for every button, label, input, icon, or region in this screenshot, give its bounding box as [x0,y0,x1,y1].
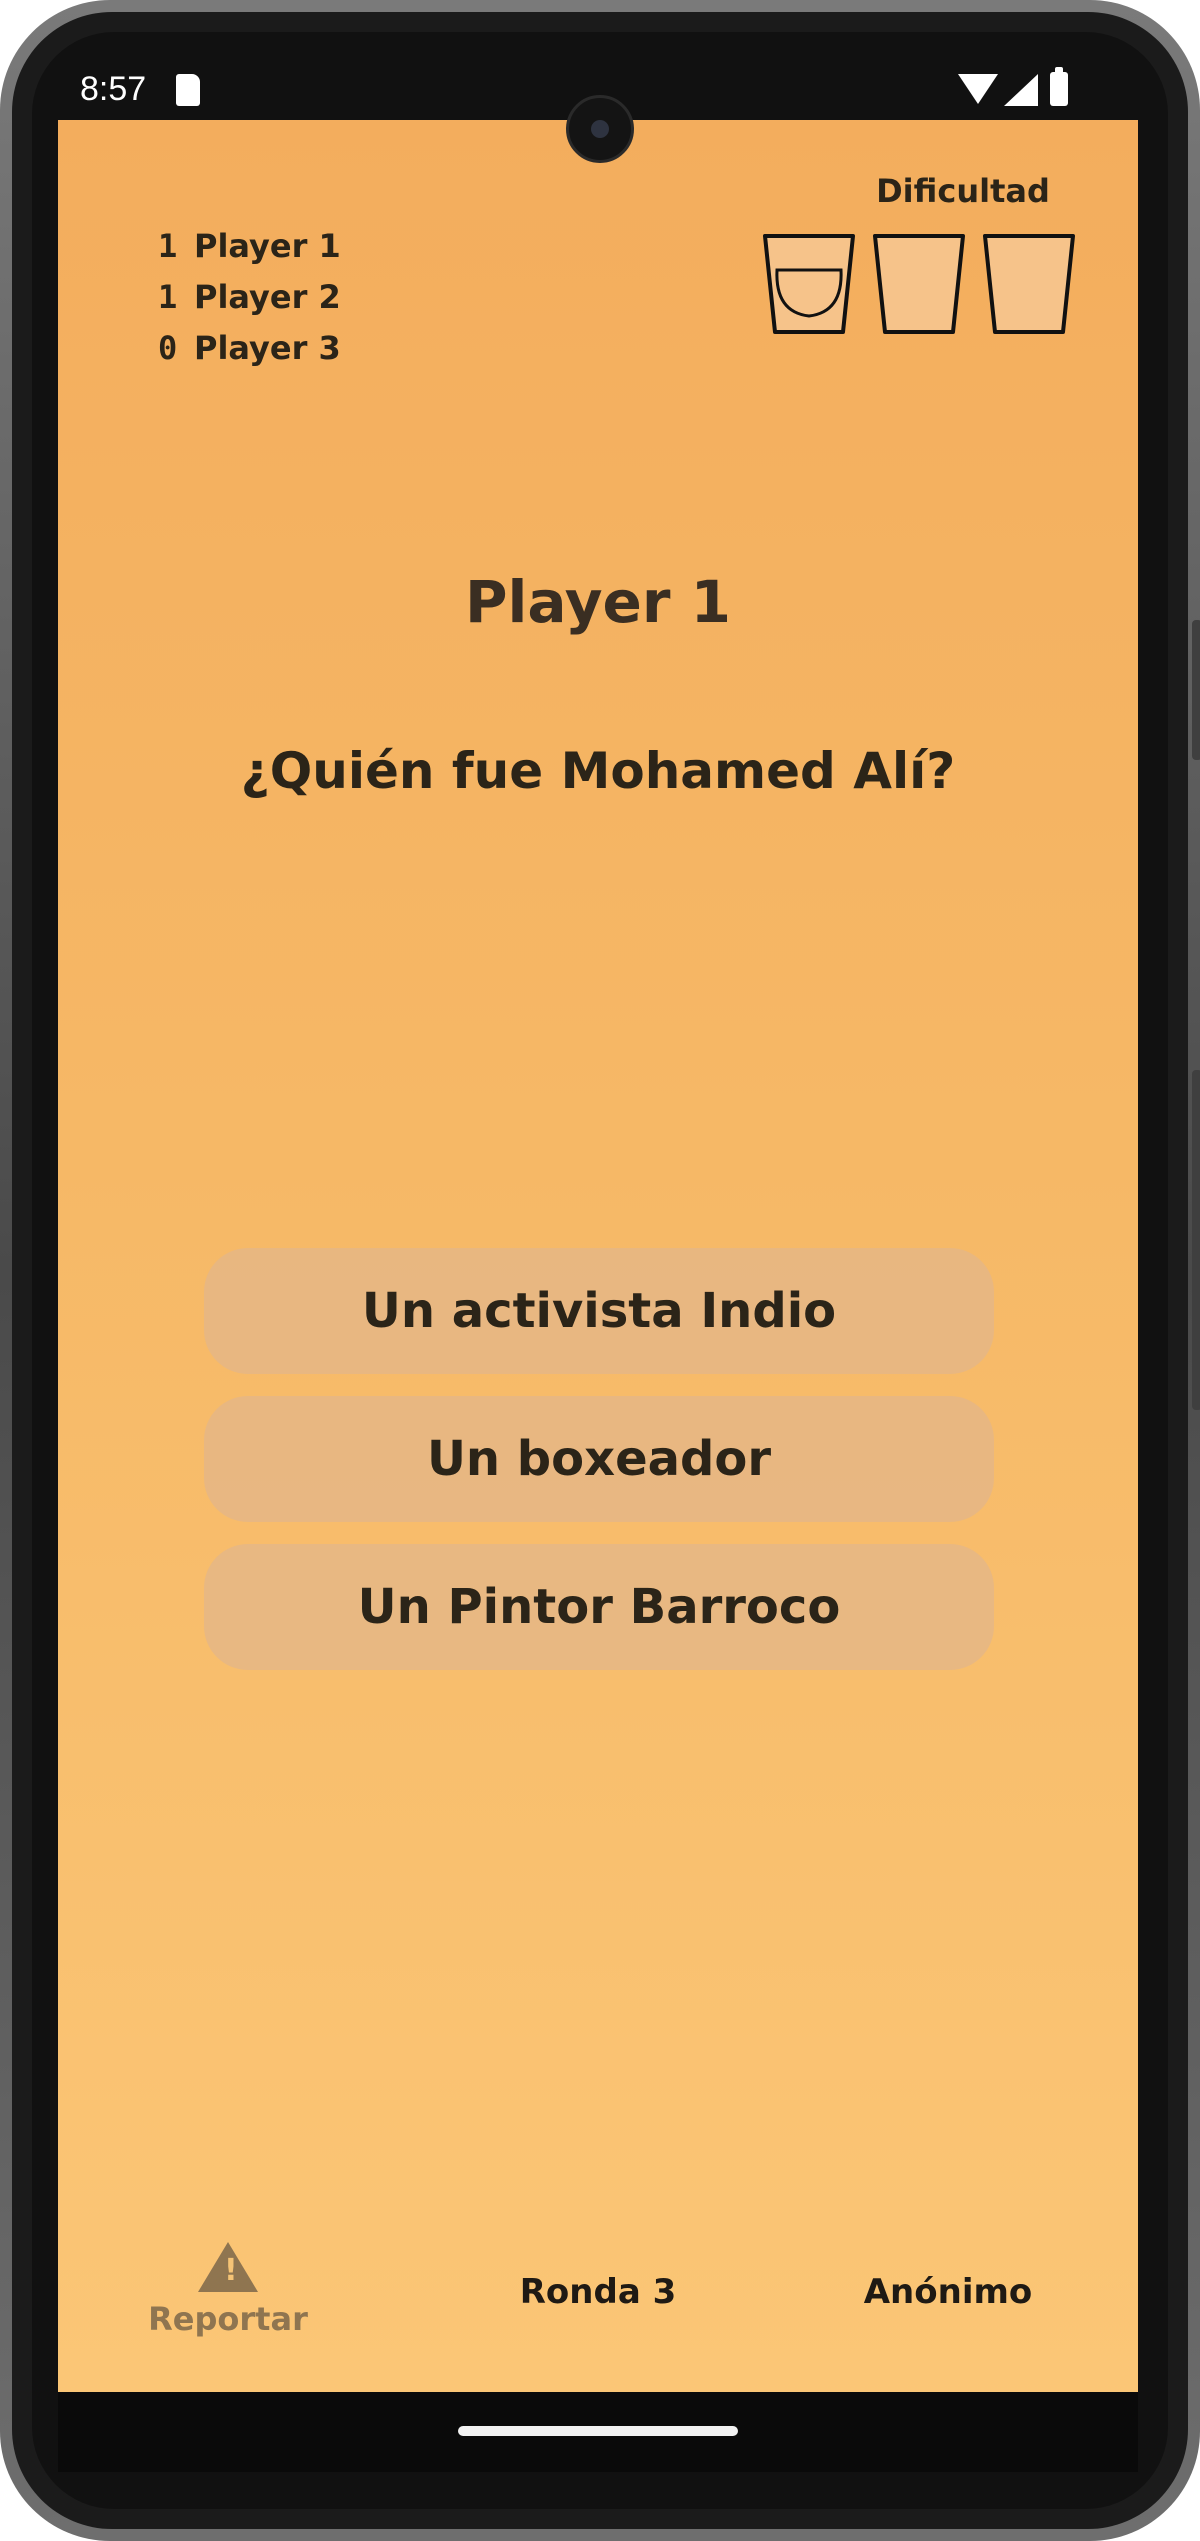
home-gesture-handle[interactable] [458,2426,738,2436]
front-camera [566,95,634,163]
glass-icon [983,234,1075,334]
player-score: 1 [158,226,178,265]
warning-icon: ! [198,2242,258,2292]
wifi-icon [958,74,998,104]
status-icons [958,67,1078,110]
score-row: 0 Player 3 [158,322,418,373]
answer-button[interactable]: Un boxeador [204,1396,994,1522]
player-name: Player 3 [194,328,341,367]
report-label: Reportar [148,2300,308,2338]
current-player-title: Player 1 [464,568,732,636]
player-score: 1 [158,277,178,316]
glass-icon [873,234,965,334]
glass-icon [763,234,855,334]
player-name: Player 1 [194,226,341,265]
signal-icon [1004,74,1038,106]
score-row: 1 Player 2 [158,271,418,322]
sd-card-icon [176,74,200,106]
player-name: Player 2 [194,277,341,316]
round-indicator: Ronda 3 [519,2272,677,2312]
answer-button[interactable]: Un Pintor Barroco [204,1544,994,1670]
battery-icon [1050,67,1068,106]
report-button[interactable]: ! Reportar [138,2242,318,2338]
question-text: ¿Quién fue Mohamed Alí? [240,742,956,800]
mode-label: Anónimo [863,2272,1033,2312]
player-score: 0 [158,328,178,367]
game-screen: 1 Player 1 1 Player 2 0 Player 3 Dificul… [58,120,1138,2392]
answer-button[interactable]: Un activista Indio [204,1248,994,1374]
difficulty-label: Dificultad [876,172,1050,210]
navigation-bar [58,2392,1138,2472]
status-time: 8:57 [80,70,147,108]
score-row: 1 Player 1 [158,220,418,271]
volume-button [1192,1070,1200,1410]
difficulty-meter [761,232,1081,340]
scoreboard: 1 Player 1 1 Player 2 0 Player 3 [158,220,418,373]
power-button [1192,620,1200,760]
answer-options: Un activista Indio Un boxeador Un Pintor… [204,1248,994,1692]
